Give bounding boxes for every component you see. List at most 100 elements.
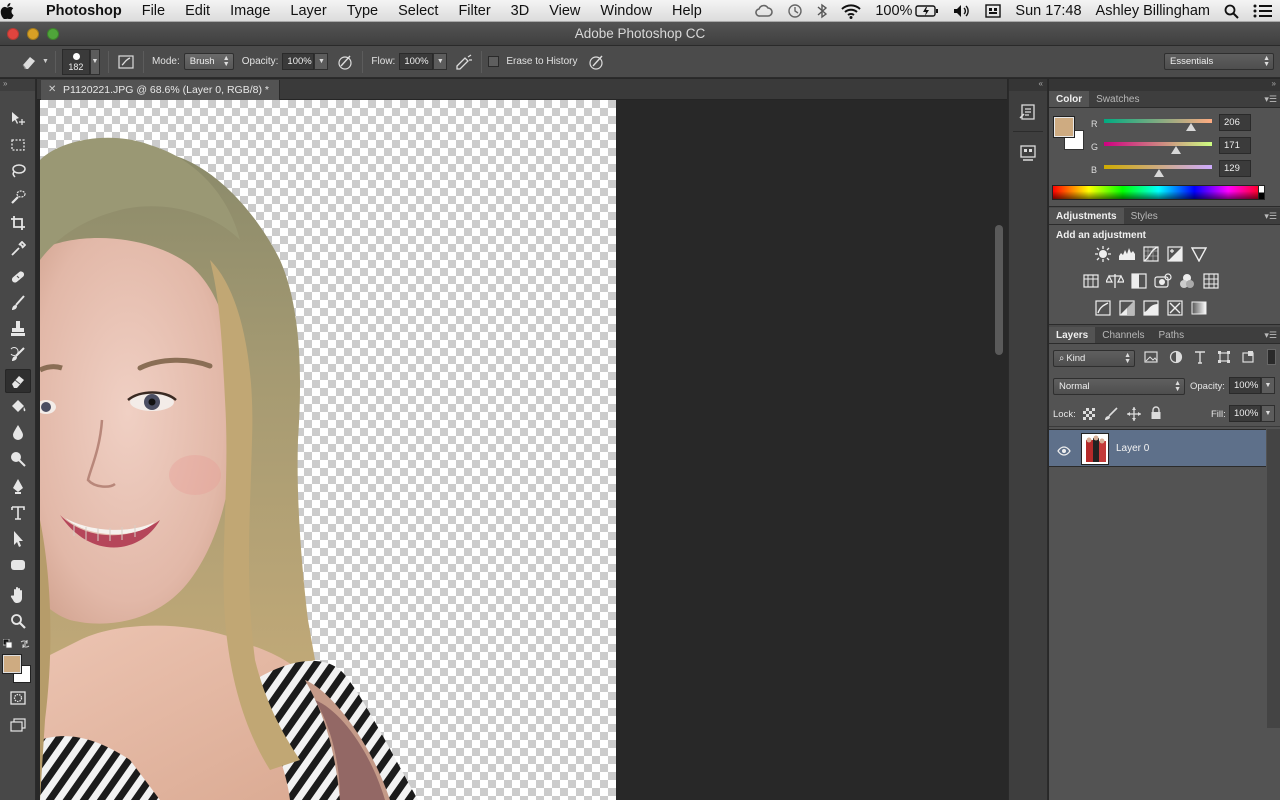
blue-channel-input[interactable]: 129	[1219, 160, 1251, 177]
type-tool-icon[interactable]	[5, 501, 31, 525]
color-spectrum-ramp[interactable]	[1052, 185, 1265, 200]
quick-selection-tool-icon[interactable]	[5, 185, 31, 209]
brush-panel-toggle-icon[interactable]	[115, 51, 137, 73]
menu-window[interactable]: Window	[590, 3, 662, 19]
tab-swatches[interactable]: Swatches	[1089, 91, 1146, 107]
posterize-icon[interactable]	[1118, 299, 1136, 317]
levels-icon[interactable]	[1118, 245, 1136, 263]
exposure-icon[interactable]	[1166, 245, 1184, 263]
clone-stamp-tool-icon[interactable]	[5, 317, 31, 341]
workspace-dropdown[interactable]: Essentials ▲ ▼	[1164, 53, 1274, 70]
opacity-input[interactable]: 100%	[282, 53, 315, 70]
brush-preset-picker[interactable]: 182	[61, 48, 90, 75]
close-document-icon[interactable]: ✕	[48, 80, 56, 100]
mode-dropdown[interactable]: Brush ▲ ▼	[183, 53, 234, 70]
adjustments-panel-menu-icon[interactable]: ▾☰	[1264, 211, 1277, 222]
filter-adjustment-layers-icon[interactable]	[1169, 350, 1183, 367]
creative-cloud-icon[interactable]	[748, 4, 780, 18]
tab-channels[interactable]: Channels	[1095, 327, 1151, 343]
apple-menu-icon[interactable]	[0, 2, 40, 19]
brush-tool-icon[interactable]	[5, 291, 31, 315]
hand-tool-icon[interactable]	[5, 583, 31, 607]
pen-tool-icon[interactable]	[5, 475, 31, 499]
document-tab[interactable]: ✕ P1120221.JPG @ 68.6% (Layer 0, RGB/8) …	[41, 80, 280, 100]
crop-tool-icon[interactable]	[5, 211, 31, 235]
layers-panel-menu-icon[interactable]: ▾☰	[1264, 330, 1277, 341]
tab-paths[interactable]: Paths	[1152, 327, 1192, 343]
history-brush-tool-icon[interactable]	[5, 343, 31, 367]
menu-filter[interactable]: Filter	[448, 3, 500, 19]
tab-styles[interactable]: Styles	[1124, 208, 1165, 224]
lasso-tool-icon[interactable]	[5, 159, 31, 183]
layer-row-layer-0[interactable]: Layer 0	[1049, 429, 1266, 467]
battery-status[interactable]: 100%	[868, 3, 946, 19]
path-selection-tool-icon[interactable]	[5, 527, 31, 551]
invert-icon[interactable]	[1094, 299, 1112, 317]
menubar-clock[interactable]: Sun 17:48	[1008, 3, 1088, 19]
color-balance-icon[interactable]	[1106, 272, 1124, 290]
layer-opacity-arrow[interactable]: ▼	[1261, 377, 1275, 394]
healing-brush-tool-icon[interactable]	[5, 265, 31, 289]
image-canvas[interactable]	[40, 100, 616, 800]
photo-filter-icon[interactable]	[1154, 272, 1172, 290]
time-machine-icon[interactable]	[780, 3, 810, 19]
blue-channel-knob[interactable]	[1154, 169, 1164, 177]
menu-help[interactable]: Help	[662, 3, 712, 19]
properties-panel-icon[interactable]	[1013, 140, 1043, 166]
brightness-contrast-icon[interactable]	[1094, 245, 1112, 263]
color-panel-menu-icon[interactable]: ▾☰	[1264, 94, 1277, 105]
eyedropper-tool-icon[interactable]	[5, 237, 31, 261]
channel-mixer-icon[interactable]	[1178, 272, 1196, 290]
wifi-icon[interactable]	[834, 3, 868, 19]
red-channel-input[interactable]: 206	[1219, 114, 1251, 131]
gradient-map-icon[interactable]	[1190, 299, 1208, 317]
filter-toggle-switch[interactable]	[1267, 349, 1276, 365]
curves-icon[interactable]	[1142, 245, 1160, 263]
lock-all-icon[interactable]	[1150, 406, 1162, 423]
pressure-size-icon[interactable]	[585, 51, 607, 73]
threshold-icon[interactable]	[1142, 299, 1160, 317]
move-tool-icon[interactable]	[5, 107, 31, 131]
close-window-button[interactable]	[7, 28, 19, 40]
green-channel-input[interactable]: 171	[1219, 137, 1251, 154]
swap-colors-icon[interactable]	[20, 636, 30, 654]
screen-mode-icon[interactable]	[5, 713, 31, 737]
rectangle-tool-icon[interactable]	[5, 553, 31, 577]
lock-image-pixels-icon[interactable]	[1104, 407, 1118, 424]
zoom-tool-icon[interactable]	[5, 609, 31, 633]
green-channel-knob[interactable]	[1171, 146, 1181, 154]
tool-preset-dropdown-arrow[interactable]: ▼	[42, 58, 49, 65]
filter-shape-layers-icon[interactable]	[1217, 350, 1231, 367]
eraser-tool-icon[interactable]	[5, 369, 31, 393]
filter-pixel-layers-icon[interactable]	[1144, 350, 1158, 367]
lock-transparent-pixels-icon[interactable]	[1083, 408, 1095, 423]
blend-mode-dropdown[interactable]: Normal ▲ ▼	[1053, 377, 1185, 395]
erase-to-history-checkbox[interactable]	[488, 56, 500, 67]
pressure-opacity-icon[interactable]	[334, 51, 356, 73]
hue-saturation-icon[interactable]	[1082, 272, 1100, 290]
menubar-user[interactable]: Ashley Billingham	[1089, 3, 1217, 19]
menu-view[interactable]: View	[539, 3, 590, 19]
menu-select[interactable]: Select	[388, 3, 448, 19]
menu-edit[interactable]: Edit	[175, 3, 220, 19]
selective-color-icon[interactable]	[1166, 299, 1184, 317]
vibrance-icon[interactable]	[1190, 245, 1208, 263]
history-panel-icon[interactable]	[1013, 99, 1043, 125]
panels-collapse-icon[interactable]: »	[1049, 79, 1280, 91]
layer-fill-arrow[interactable]: ▼	[1261, 405, 1275, 422]
minimize-window-button[interactable]	[27, 28, 39, 40]
marquee-tool-icon[interactable]	[5, 133, 31, 157]
color-panel-foreground-swatch[interactable]	[1054, 117, 1074, 137]
layer-opacity-input[interactable]: 100%	[1229, 377, 1261, 394]
menu-app-photoshop[interactable]: Photoshop	[40, 3, 132, 19]
spotlight-search-icon[interactable]	[1217, 4, 1246, 19]
paint-bucket-tool-icon[interactable]	[5, 395, 31, 419]
zoom-window-button[interactable]	[47, 28, 59, 40]
notification-center-icon[interactable]	[1246, 4, 1280, 18]
tab-adjustments[interactable]: Adjustments	[1049, 208, 1124, 224]
brush-picker-arrow[interactable]: ▼	[89, 48, 100, 75]
canvas-vertical-scrollbar[interactable]	[992, 100, 1007, 800]
flow-slider-arrow[interactable]: ▼	[433, 53, 448, 70]
tab-layers[interactable]: Layers	[1049, 327, 1096, 343]
layers-scrollbar[interactable]	[1267, 429, 1280, 728]
